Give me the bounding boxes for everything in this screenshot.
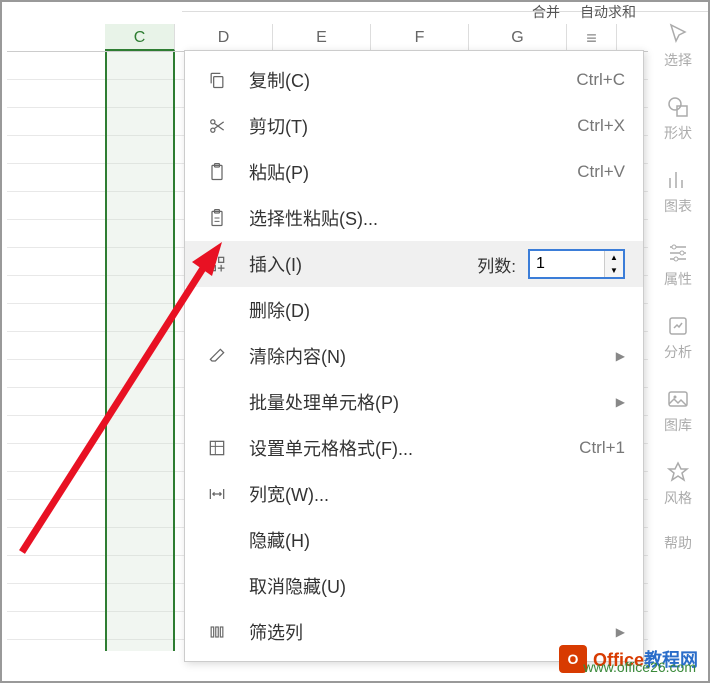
spinner-down[interactable]: ▼	[605, 264, 623, 277]
eraser-icon	[203, 344, 231, 368]
col-header-c[interactable]: C	[105, 24, 175, 51]
spinner-up[interactable]: ▲	[605, 251, 623, 264]
copy-icon	[203, 68, 231, 92]
menu-copy[interactable]: 复制(C) Ctrl+C	[185, 57, 643, 103]
sidebar-label: 属性	[664, 269, 692, 289]
menu-unhide[interactable]: 取消隐藏(U)	[185, 563, 643, 609]
sidebar-label: 帮助	[664, 533, 692, 553]
blank-icon	[203, 528, 231, 552]
mini-toolbar: 合并 自动求和	[182, 2, 708, 12]
sidebar-label: 分析	[664, 342, 692, 362]
menu-label: 筛选列	[249, 619, 606, 645]
context-menu: 复制(C) Ctrl+C 剪切(T) Ctrl+X 粘贴(P) Ctrl+V 选…	[184, 50, 644, 662]
format-cells-icon	[203, 436, 231, 460]
toolbar-merge[interactable]: 合并	[532, 2, 560, 11]
menu-label: 批量处理单元格(P)	[249, 389, 606, 415]
insert-count-label: 列数:	[477, 252, 516, 277]
menu-label: 清除内容(N)	[249, 343, 606, 369]
sidebar-style[interactable]: 风格	[658, 460, 698, 508]
clipboard-special-icon	[203, 206, 231, 230]
image-icon	[666, 387, 690, 411]
selected-column-highlight	[105, 52, 175, 651]
col-header-more[interactable]: ≡	[567, 24, 617, 51]
sidebar-shapes[interactable]: 形状	[658, 95, 698, 143]
toolbar-autosum[interactable]: 自动求和	[580, 2, 636, 11]
insert-icon	[203, 252, 231, 276]
filter-icon	[203, 620, 231, 644]
chevron-right-icon: ▶	[616, 349, 625, 363]
cursor-icon	[666, 22, 690, 46]
watermark-url: www.office26.com	[583, 659, 696, 675]
scissors-icon	[203, 114, 231, 138]
sliders-icon	[666, 241, 690, 265]
chevron-right-icon: ▶	[616, 625, 625, 639]
menu-shortcut: Ctrl+X	[577, 116, 625, 136]
clipboard-icon	[203, 160, 231, 184]
style-icon	[666, 460, 690, 484]
menu-label: 复制(C)	[249, 67, 576, 93]
menu-label: 列宽(W)...	[249, 481, 625, 507]
sidebar-charts[interactable]: 图表	[658, 168, 698, 216]
menu-col-width[interactable]: 列宽(W)...	[185, 471, 643, 517]
menu-label: 删除(D)	[249, 297, 625, 323]
col-spacer	[7, 24, 105, 51]
blank-icon	[203, 298, 231, 322]
column-headers: C D E F G ≡	[7, 24, 648, 52]
sidebar-analysis[interactable]: 分析	[658, 314, 698, 362]
watermark: O Office教程网 www.office26.com	[559, 645, 698, 673]
col-width-icon	[203, 482, 231, 506]
menu-paste[interactable]: 粘贴(P) Ctrl+V	[185, 149, 643, 195]
menu-paste-special[interactable]: 选择性粘贴(S)...	[185, 195, 643, 241]
menu-label: 隐藏(H)	[249, 527, 625, 553]
menu-cut[interactable]: 剪切(T) Ctrl+X	[185, 103, 643, 149]
insert-count-spinner[interactable]: ▲ ▼	[528, 249, 625, 279]
menu-label: 选择性粘贴(S)...	[249, 205, 625, 231]
sidebar-label: 图库	[664, 415, 692, 435]
menu-label: 粘贴(P)	[249, 159, 577, 185]
menu-format-cells[interactable]: 设置单元格格式(F)... Ctrl+1	[185, 425, 643, 471]
sidebar-label: 图表	[664, 196, 692, 216]
col-header-e[interactable]: E	[273, 24, 371, 51]
blank-icon	[203, 390, 231, 414]
sidebar-label: 形状	[664, 123, 692, 143]
col-header-g[interactable]: G	[469, 24, 567, 51]
menu-shortcut: Ctrl+1	[579, 438, 625, 458]
analysis-icon	[666, 314, 690, 338]
menu-label: 取消隐藏(U)	[249, 573, 625, 599]
sidebar-help[interactable]: 帮助	[658, 533, 698, 553]
shapes-icon	[666, 95, 690, 119]
col-header-f[interactable]: F	[371, 24, 469, 51]
insert-count-input[interactable]	[530, 251, 604, 277]
sidebar-gallery[interactable]: 图库	[658, 387, 698, 435]
sidebar-properties[interactable]: 属性	[658, 241, 698, 289]
menu-shortcut: Ctrl+V	[577, 162, 625, 182]
menu-label: 插入(I)	[249, 251, 477, 277]
right-sidebar: 选择 形状 图表 属性 分析 图库 风格 帮助	[653, 12, 703, 676]
menu-label: 设置单元格格式(F)...	[249, 435, 579, 461]
chevron-right-icon: ▶	[616, 395, 625, 409]
menu-label: 剪切(T)	[249, 113, 577, 139]
sidebar-label: 选择	[664, 50, 692, 70]
menu-hide[interactable]: 隐藏(H)	[185, 517, 643, 563]
menu-shortcut: Ctrl+C	[576, 70, 625, 90]
menu-delete[interactable]: 删除(D)	[185, 287, 643, 333]
sidebar-select[interactable]: 选择	[658, 22, 698, 70]
blank-icon	[203, 574, 231, 598]
menu-insert[interactable]: 插入(I) 列数: ▲ ▼	[185, 241, 643, 287]
col-header-d[interactable]: D	[175, 24, 273, 51]
menu-batch[interactable]: 批量处理单元格(P) ▶	[185, 379, 643, 425]
menu-clear[interactable]: 清除内容(N) ▶	[185, 333, 643, 379]
chart-icon	[666, 168, 690, 192]
sidebar-label: 风格	[664, 488, 692, 508]
